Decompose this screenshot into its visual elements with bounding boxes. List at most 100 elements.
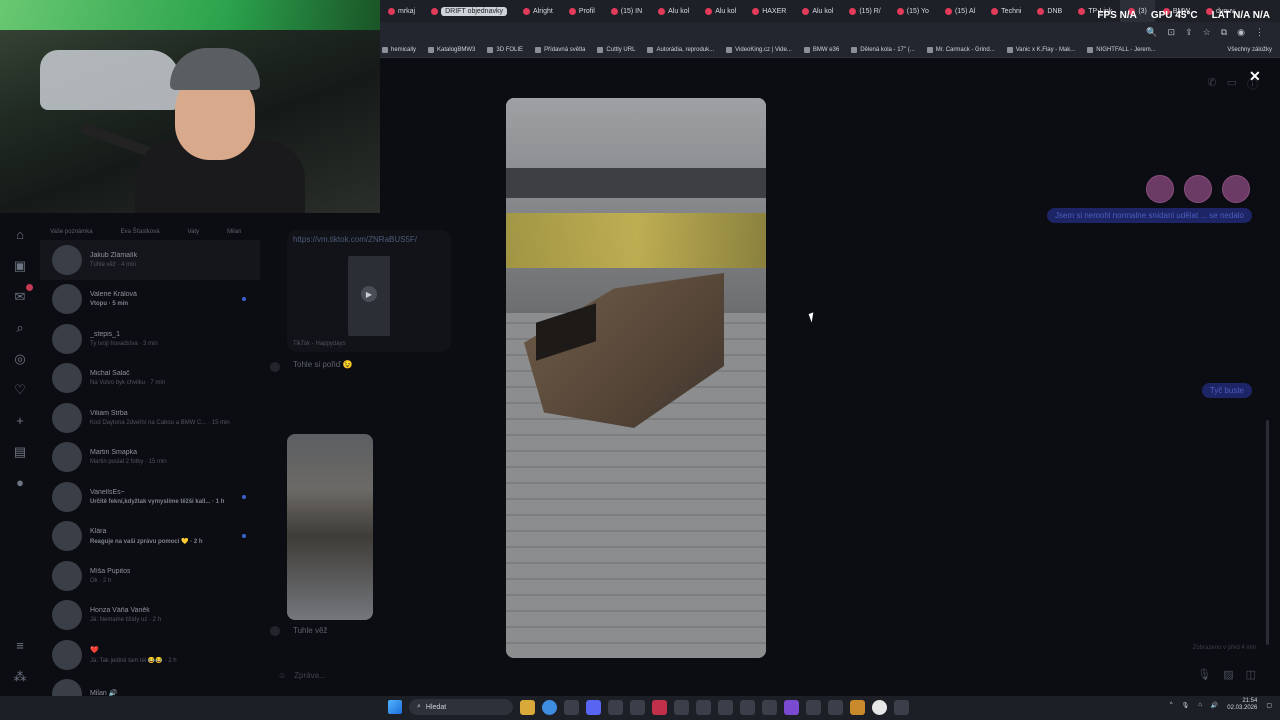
browser-tab[interactable]: (15) Al [937,0,983,22]
conversation-item[interactable]: Klára Reaguje na vaši zprávu pomocí 💛 · 2… [40,517,260,557]
bookmark-item[interactable]: VideoKing.cz | Vide... [726,46,792,53]
notifications-icon[interactable]: ▢ [1266,702,1272,709]
volume-icon[interactable]: 🔊 [1211,702,1218,709]
conversation-item[interactable]: Martin Smapka Martin poslal 2 fotky · 15 … [40,438,260,478]
clock[interactable]: 21:54 02.03.2026 [1227,698,1257,712]
composer-input[interactable]: Zpráva... [294,671,326,680]
conversation-item[interactable]: Honza Váňa Vaněk Já: Nemame tišidy uz · 2… [40,596,260,636]
video-call-icon[interactable]: ▭ [1227,76,1237,92]
notifications-heart-icon[interactable]: ♡ [11,380,30,399]
opera-gx-icon[interactable] [652,699,667,715]
reels-icon[interactable]: ▣ [11,256,30,275]
browser-tab[interactable]: HAXER [744,0,794,22]
conversation-item[interactable]: Jakub Zlámalík Tuhle věž · 4 min [40,240,260,280]
browser-tab[interactable]: (15) Yo [889,0,937,22]
browser-tab[interactable]: Alu kol [697,0,744,22]
taskbar-app-icon[interactable] [762,699,777,715]
browser-tab[interactable]: DNB [1029,0,1070,22]
extensions-icon[interactable]: ⧉ [1221,27,1227,38]
photo-thumbnail[interactable] [287,434,373,620]
emoji-icon[interactable]: ☺ [278,671,286,680]
link-url[interactable]: https://vm.tiktok.com/ZNRaBUS5F/ [293,235,417,244]
taskbar-app-icon[interactable] [564,699,579,715]
taskbar-app-icon[interactable] [850,699,865,715]
taskbar-app-icon[interactable] [784,699,799,715]
browser-tab[interactable]: mrkaj [380,0,423,22]
taskbar-app-icon[interactable] [718,699,733,715]
browser-tab[interactable]: Alu kol [794,0,841,22]
bookmark-star-icon[interactable]: ☆ [1203,27,1211,38]
chevron-up-icon[interactable]: ^ [1170,702,1173,708]
phone-icon[interactable]: ✆ [1207,76,1216,92]
create-plus-icon[interactable]: + [11,411,30,430]
apps-icon[interactable]: ⁂ [11,667,30,686]
all-bookmarks-folder[interactable]: Všechny záložky [1227,47,1280,53]
settings-gear-icon[interactable] [696,699,711,715]
taskbar-app-icon[interactable] [740,699,755,715]
share-icon[interactable]: ⇪ [1185,27,1193,38]
network-icon[interactable]: ⌂ [1198,702,1202,708]
conversation-item[interactable]: Míša Pupitos Ok · 2 h [40,556,260,596]
explore-icon[interactable]: ◎ [11,349,30,368]
conversation-item[interactable]: Michal Salač Na Volvo byk chvilku · 7 min [40,359,260,399]
taskbar-app-icon[interactable] [630,699,645,715]
conversation-item[interactable]: Valerie Králová Vtopu · 5 min [40,280,260,320]
image-icon[interactable]: ▨ [1223,668,1233,681]
bookmark-item[interactable]: Cuttly URL [597,46,635,53]
close-icon[interactable]: ✕ [1249,68,1261,85]
steam-icon[interactable] [608,699,623,715]
bookmark-item[interactable]: Přídavná světla [535,46,585,53]
profile-avatar-icon[interactable]: ● [11,473,30,492]
discord-icon[interactable] [586,699,601,715]
obs-icon[interactable] [872,699,887,715]
home-icon[interactable]: ⌂ [11,225,30,244]
taskbar-app-icon[interactable] [674,699,689,715]
microphone-icon[interactable]: 🎙 [1197,668,1211,681]
browser-tab[interactable]: (15) R/ [841,0,888,22]
microphone-icon[interactable]: 🎙 [1182,702,1190,709]
taskbar-app-icon[interactable] [828,699,843,715]
browser-tab[interactable]: Techni [983,0,1029,22]
conversation-item[interactable]: ❤️ Já: Tak jedině tam tel 😂😂 · 2 h [40,635,260,675]
browser-tab[interactable]: Profil [561,0,603,22]
chrome-icon[interactable] [542,699,557,715]
bookmark-item[interactable]: KatalogBMW3 [428,46,475,53]
conversation-item[interactable]: _stepis_1 Ty tvoji hovadstva · 3 min [40,319,260,359]
install-icon[interactable]: ⊡ [1168,27,1176,38]
browser-tab[interactable]: (15) IN [603,0,650,22]
browser-tab[interactable]: DRIFT objednavky [423,0,515,22]
windows-start-icon[interactable] [388,700,402,714]
browser-tab[interactable]: Alu kol [650,0,697,22]
bookmark-item[interactable]: Mr. Carmack - Grind... [926,46,995,53]
note-label[interactable]: Milan [227,229,241,235]
taskbar-search[interactable]: ⌕ Hledat [409,699,513,715]
more-menu-icon[interactable]: ≡ [11,636,30,655]
bookmark-item[interactable]: Vanic x K.Flay - Mak... [1006,46,1075,53]
file-explorer-icon[interactable] [520,699,535,715]
menu-icon[interactable]: ⋮ [1255,27,1264,38]
media-viewer-image[interactable] [506,98,766,658]
message-composer[interactable]: ☺ Zpráva... [272,665,1262,685]
sticker-icon[interactable]: ◫ [1246,668,1256,681]
bookmark-item[interactable]: Autorádia, reproduk... [647,46,714,53]
bookmark-item[interactable]: hemically [382,46,416,53]
conversation-item[interactable]: VanellsEs~ Určitě fekní,kdyžtak vymyslíme… [40,477,260,517]
note-label[interactable]: Vaty [188,229,200,235]
taskbar-app-icon[interactable] [806,699,821,715]
dashboard-icon[interactable]: ▤ [11,442,30,461]
search-icon[interactable]: ⌕ [11,318,30,337]
bookmark-item[interactable]: Dělená kola - 17" (... [851,46,915,53]
conversation-item[interactable]: Viliam Štrba Kod Daytona 2dveřní na Cabou… [40,398,260,438]
bookmark-item[interactable]: 3D FOLIE [487,46,523,53]
messages-icon[interactable]: ✉ [11,284,33,306]
play-icon[interactable]: ▶ [361,286,377,302]
bookmark-item[interactable]: BMW e36 [803,46,839,53]
thread-scrollbar[interactable] [1266,420,1269,645]
note-label[interactable]: Eva Šťastková [121,229,160,235]
profile-icon[interactable]: ◉ [1237,27,1245,38]
zoom-icon[interactable]: 🔍 [1146,27,1157,38]
note-label[interactable]: Vaše poznámka [50,229,93,235]
steam-icon[interactable] [894,699,909,715]
bookmark-item[interactable]: NIGHTFALL - Jerem... [1087,46,1156,53]
browser-tab[interactable]: Alright [515,0,561,22]
